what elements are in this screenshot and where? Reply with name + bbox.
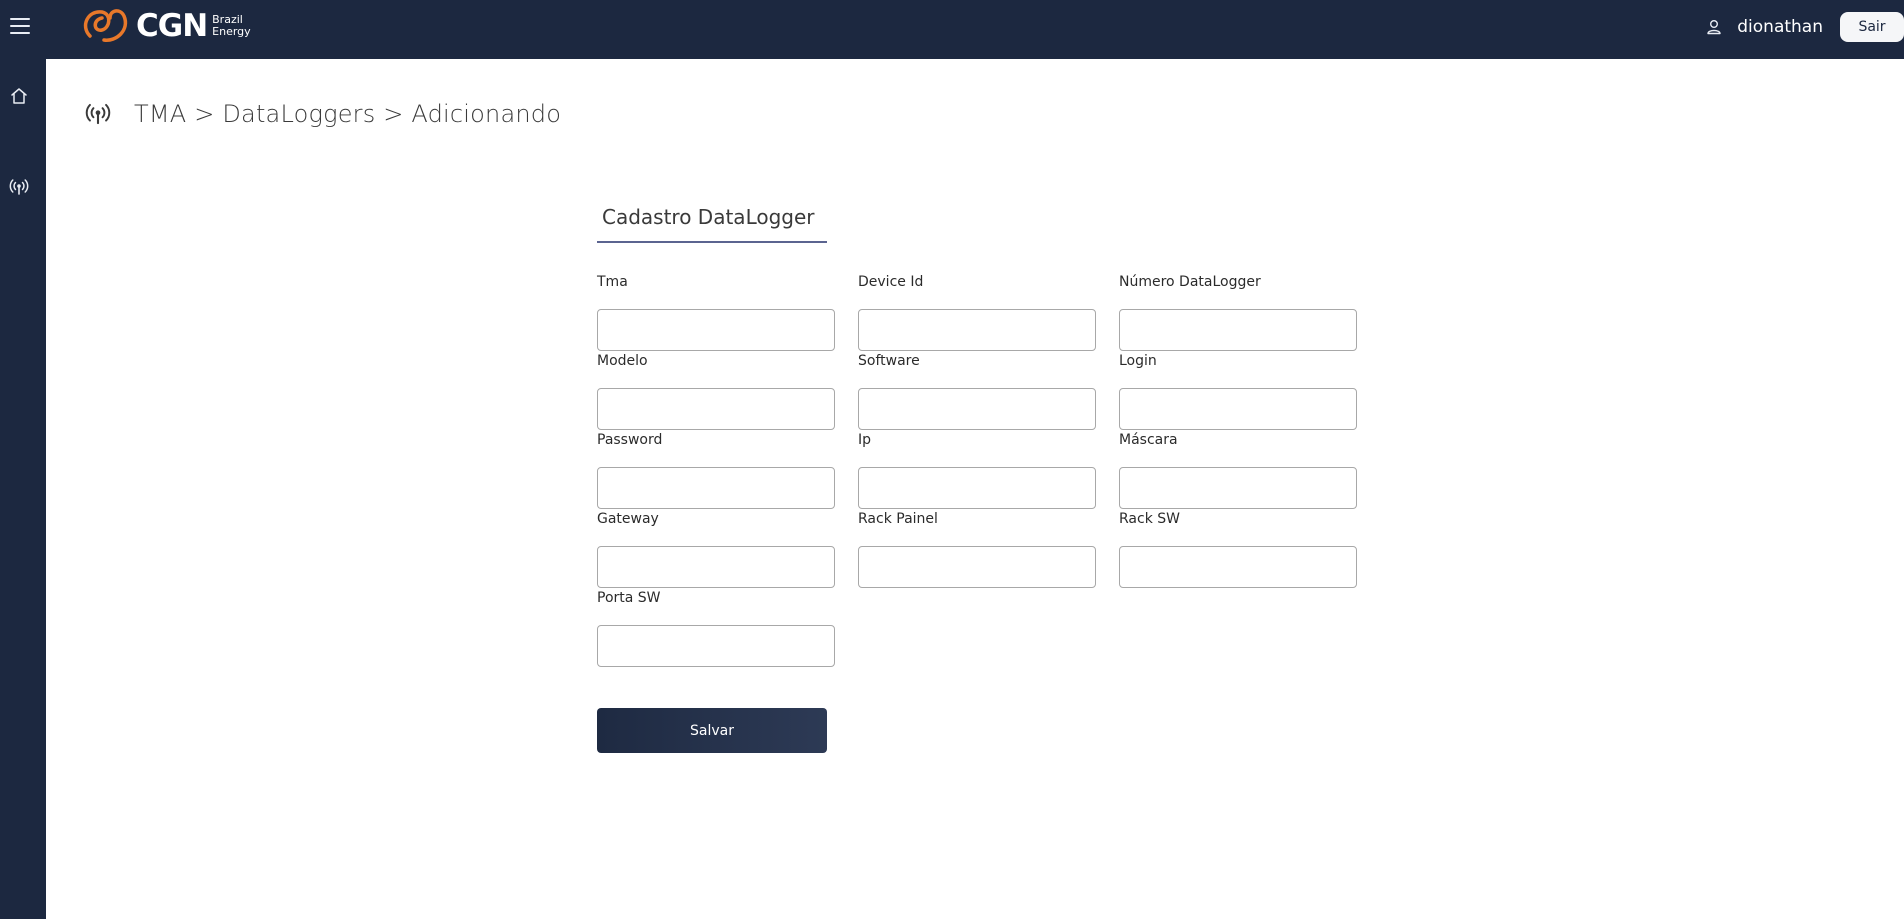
login-input[interactable]	[1119, 388, 1357, 430]
logo-text: CGN	[136, 8, 208, 44]
top-navbar: CGN Brazil Energy dionathan Sair	[0, 0, 1904, 59]
brand-logo[interactable]: CGN Brazil Energy	[80, 6, 251, 46]
field-ip: Ip	[858, 432, 1096, 509]
field-rack-sw: Rack SW	[1119, 511, 1357, 588]
field-label: Device Id	[858, 274, 924, 290]
field-device-id: Device Id	[858, 274, 1096, 351]
field-gateway: Gateway	[597, 511, 835, 588]
home-icon[interactable]	[9, 86, 29, 106]
logout-button[interactable]: Sair	[1840, 12, 1904, 42]
ip-input[interactable]	[858, 467, 1096, 509]
username: dionathan	[1737, 17, 1823, 37]
breadcrumb: TMA > DataLoggers > Adicionando	[85, 100, 561, 128]
field-label: Password	[597, 432, 663, 448]
field-label: Rack Painel	[858, 511, 938, 527]
field-label: Ip	[858, 432, 872, 448]
field-label: Login	[1119, 353, 1157, 369]
field-password: Password	[597, 432, 835, 509]
field-label: Rack SW	[1119, 511, 1180, 527]
porta-sw-input[interactable]	[597, 625, 835, 667]
field-label: Máscara	[1119, 432, 1178, 448]
hamburger-menu-icon[interactable]	[10, 18, 30, 34]
field-numero-datalogger: Número DataLogger	[1119, 274, 1357, 351]
gateway-input[interactable]	[597, 546, 835, 588]
tma-input[interactable]	[597, 309, 835, 351]
field-mascara: Máscara	[1119, 432, 1357, 509]
field-software: Software	[858, 353, 1096, 430]
antenna-icon[interactable]	[9, 177, 29, 197]
field-label: Porta SW	[597, 590, 661, 606]
numero-datalogger-input[interactable]	[1119, 309, 1357, 351]
logo-swirl-icon	[83, 9, 128, 42]
field-label: Tma	[597, 274, 628, 290]
field-login: Login	[1119, 353, 1357, 430]
form-title: Cadastro DataLogger	[597, 205, 827, 243]
user-area: dionathan Sair	[1705, 12, 1904, 42]
modelo-input[interactable]	[597, 388, 835, 430]
field-rack-painel: Rack Painel	[858, 511, 1096, 588]
password-input[interactable]	[597, 467, 835, 509]
field-label: Gateway	[597, 511, 659, 527]
rack-sw-input[interactable]	[1119, 546, 1357, 588]
mascara-input[interactable]	[1119, 467, 1357, 509]
rack-painel-input[interactable]	[858, 546, 1096, 588]
breadcrumb-text: TMA > DataLoggers > Adicionando	[134, 100, 562, 128]
software-input[interactable]	[858, 388, 1096, 430]
device-id-input[interactable]	[858, 309, 1096, 351]
logo-sub-line-2: Energy	[212, 25, 251, 38]
field-porta-sw: Porta SW	[597, 590, 835, 667]
field-label: Software	[858, 353, 920, 369]
field-modelo: Modelo	[597, 353, 835, 430]
save-button[interactable]: Salvar	[597, 708, 827, 753]
field-tma: Tma	[597, 274, 835, 351]
field-label: Modelo	[597, 353, 648, 369]
field-label: Número DataLogger	[1119, 274, 1261, 290]
antenna-icon	[85, 103, 111, 125]
user-icon	[1707, 20, 1721, 35]
sidebar	[0, 59, 46, 919]
logo-subtitle: Brazil Energy	[212, 14, 251, 38]
